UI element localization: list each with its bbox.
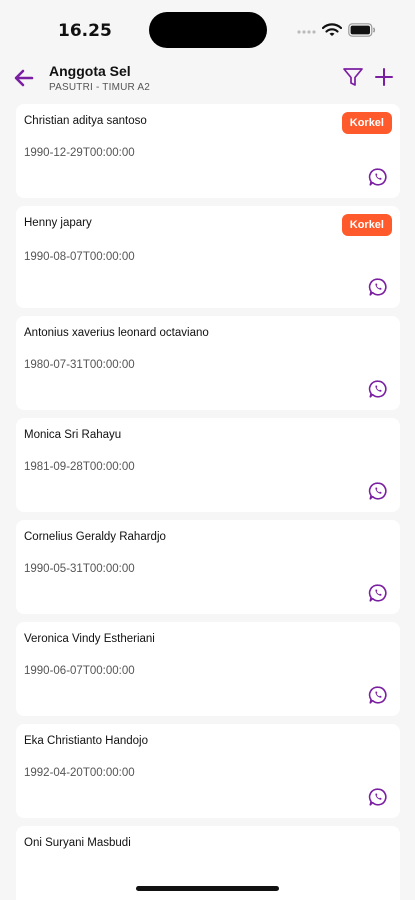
whatsapp-icon[interactable] xyxy=(368,583,388,603)
member-name: Veronica Vindy Estheriani xyxy=(24,633,155,645)
battery-icon xyxy=(348,23,376,37)
member-name: Henny japary xyxy=(24,217,92,229)
page-title: Anggota Sel xyxy=(49,63,131,79)
wifi-icon xyxy=(322,23,342,36)
filter-icon[interactable] xyxy=(342,66,364,88)
page-subtitle: PASUTRI - TIMUR A2 xyxy=(49,82,151,93)
member-card[interactable]: Monica Sri Rahayu 1981-09-28T00:00:00 xyxy=(16,418,400,512)
home-indicator[interactable] xyxy=(136,886,279,891)
role-badge: Korkel xyxy=(341,214,392,236)
whatsapp-icon[interactable] xyxy=(368,787,388,807)
member-birthdate: 1981-09-28T00:00:00 xyxy=(24,461,135,473)
member-card[interactable]: Henny japary Korkel 1990-08-07T00:00:00 xyxy=(16,206,400,308)
member-birthdate: 1980-07-31T00:00:00 xyxy=(24,359,135,371)
member-name: Antonius xaverius leonard octaviano xyxy=(24,327,209,339)
member-card[interactable]: Veronica Vindy Estheriani 1990-06-07T00:… xyxy=(16,622,400,716)
member-list: Christian aditya santoso Korkel 1990-12-… xyxy=(16,104,400,900)
member-birthdate: 1992-04-20T00:00:00 xyxy=(24,767,135,779)
plus-icon[interactable] xyxy=(373,66,395,88)
member-name: Christian aditya santoso xyxy=(24,115,147,127)
member-name: Cornelius Geraldy Rahardjo xyxy=(24,531,166,543)
member-birthdate: 1990-08-07T00:00:00 xyxy=(24,251,135,263)
member-card[interactable]: Cornelius Geraldy Rahardjo 1990-05-31T00… xyxy=(16,520,400,614)
whatsapp-icon[interactable] xyxy=(368,379,388,399)
member-card[interactable]: Antonius xaverius leonard octaviano 1980… xyxy=(16,316,400,410)
member-name: Oni Suryani Masbudi xyxy=(24,837,131,849)
status-time: 16.25 xyxy=(58,21,112,41)
member-card[interactable]: Christian aditya santoso Korkel 1990-12-… xyxy=(16,104,400,198)
arrow-left-icon[interactable] xyxy=(12,66,36,90)
whatsapp-icon[interactable] xyxy=(368,481,388,501)
member-birthdate: 1990-05-31T00:00:00 xyxy=(24,563,135,575)
member-name: Eka Christianto Handojo xyxy=(24,735,149,747)
whatsapp-icon[interactable] xyxy=(368,685,388,705)
member-birthdate: 1990-06-07T00:00:00 xyxy=(24,665,135,677)
member-birthdate: 1990-12-29T00:00:00 xyxy=(24,147,135,159)
member-card[interactable]: Eka Christianto Handojo 1992-04-20T00:00… xyxy=(16,724,400,818)
dynamic-island xyxy=(149,12,267,48)
whatsapp-icon[interactable] xyxy=(368,167,388,187)
member-name: Monica Sri Rahayu xyxy=(24,429,122,441)
status-bar: 16.25 xyxy=(0,0,415,62)
app-header: Anggota Sel PASUTRI - TIMUR A2 xyxy=(0,62,415,102)
signal-icon xyxy=(297,30,316,34)
whatsapp-icon[interactable] xyxy=(368,277,388,297)
role-badge: Korkel xyxy=(341,112,392,134)
